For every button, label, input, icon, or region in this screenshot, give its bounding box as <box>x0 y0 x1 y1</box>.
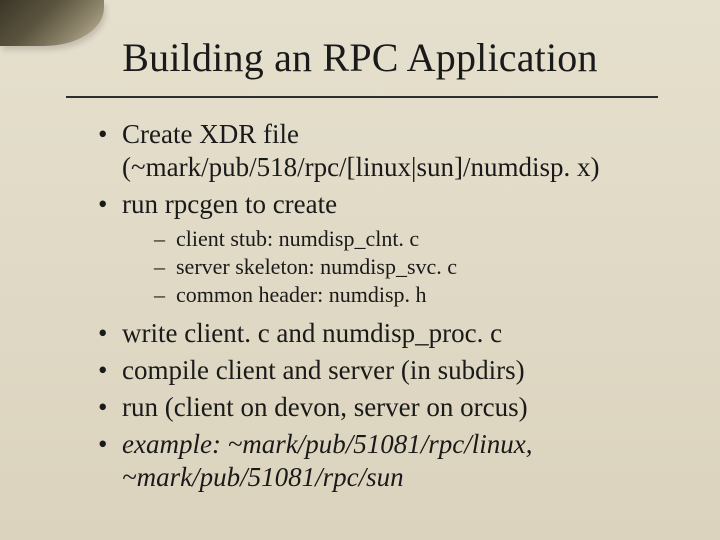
list-item: example: ~mark/pub/51081/rpc/linux, ~mar… <box>92 428 680 494</box>
list-item: write client. c and numdisp_proc. c <box>92 317 680 350</box>
bullet-text: run (client on devon, server on orcus) <box>122 392 528 422</box>
list-item: run rpcgen to create client stub: numdis… <box>92 188 680 309</box>
bullet-text: Create XDR file (~mark/pub/518/rpc/[linu… <box>122 119 599 182</box>
bullet-text: common header: numdisp. h <box>176 282 427 307</box>
slide: Building an RPC Application Create XDR f… <box>0 0 720 540</box>
list-item: compile client and server (in subdirs) <box>92 354 680 387</box>
slide-body: Create XDR file (~mark/pub/518/rpc/[linu… <box>92 118 680 498</box>
bullet-text: server skeleton: numdisp_svc. c <box>176 254 457 279</box>
title-underline <box>66 96 658 98</box>
bullet-text: run rpcgen to create <box>122 189 337 219</box>
list-item: run (client on devon, server on orcus) <box>92 391 680 424</box>
list-item: server skeleton: numdisp_svc. c <box>154 253 680 281</box>
list-item: common header: numdisp. h <box>154 281 680 309</box>
list-item: Create XDR file (~mark/pub/518/rpc/[linu… <box>92 118 680 184</box>
bullet-text: compile client and server (in subdirs) <box>122 355 525 385</box>
bullet-text: client stub: numdisp_clnt. c <box>176 226 419 251</box>
slide-title: Building an RPC Application <box>0 34 720 81</box>
list-item: client stub: numdisp_clnt. c <box>154 225 680 253</box>
bullet-text: write client. c and numdisp_proc. c <box>122 318 502 348</box>
bullet-list: Create XDR file (~mark/pub/518/rpc/[linu… <box>92 118 680 494</box>
bullet-text: example: ~mark/pub/51081/rpc/linux, ~mar… <box>122 429 533 492</box>
sub-bullet-list: client stub: numdisp_clnt. c server skel… <box>122 225 680 309</box>
